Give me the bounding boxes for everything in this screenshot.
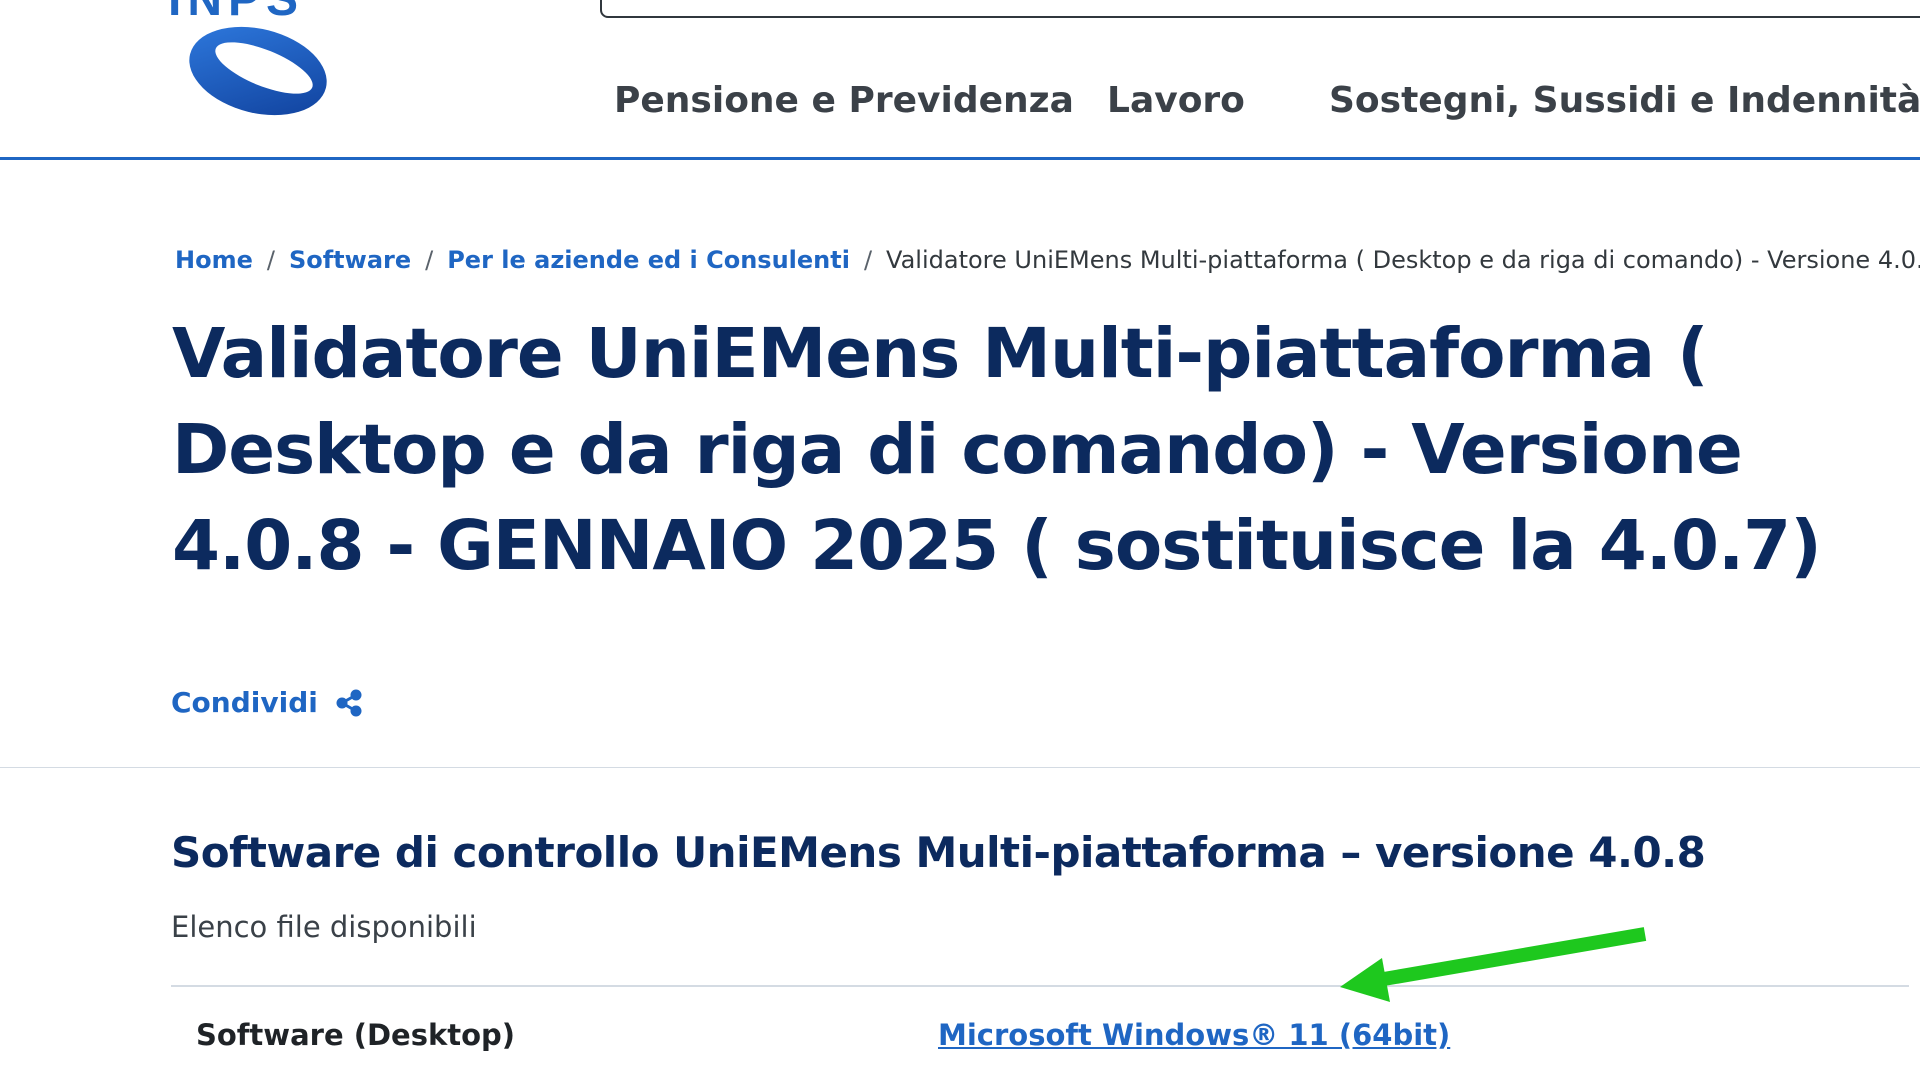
- breadcrumb-separator: /: [266, 246, 275, 274]
- page: INPS Pensione e Previdenza Lavoro Sosteg…: [0, 0, 1920, 1080]
- share-button[interactable]: Condividi: [171, 686, 364, 719]
- breadcrumb-software[interactable]: Software: [289, 246, 411, 274]
- file-row-label: Software (Desktop): [196, 1018, 516, 1052]
- divider: [0, 767, 1920, 768]
- page-title: Validatore UniEMens Multi-piattaforma ( …: [172, 314, 1822, 586]
- nav-item-lavoro[interactable]: Lavoro: [1107, 80, 1245, 121]
- share-icon: [336, 689, 362, 716]
- search-input[interactable]: [600, 0, 1920, 18]
- section-subtitle: Elenco file disponibili: [171, 910, 477, 944]
- share-label: Condividi: [171, 686, 318, 719]
- breadcrumb-separator: /: [425, 246, 434, 274]
- breadcrumb-aziende[interactable]: Per le aziende ed i Consulenti: [447, 246, 850, 274]
- breadcrumb-home[interactable]: Home: [175, 246, 253, 274]
- nav-item-sostegni[interactable]: Sostegni, Sussidi e Indennità: [1329, 80, 1920, 121]
- breadcrumb-separator: /: [863, 246, 873, 274]
- section-title: Software di controllo UniEMens Multi-pia…: [171, 828, 1706, 877]
- arrow-annotation-icon: [1340, 927, 1647, 1002]
- download-link-windows[interactable]: Microsoft Windows® 11 (64bit): [938, 1018, 1450, 1052]
- nav-item-pensione[interactable]: Pensione e Previdenza: [614, 80, 1074, 121]
- site-header: INPS Pensione e Previdenza Lavoro Sosteg…: [0, 0, 1920, 160]
- breadcrumb: Home / Software / Per le aziende ed i Consul…: [175, 246, 1920, 274]
- inps-logo-icon[interactable]: [184, 22, 332, 120]
- breadcrumb-current: Validatore UniEMens Multi-piattaforma ( …: [886, 246, 1920, 274]
